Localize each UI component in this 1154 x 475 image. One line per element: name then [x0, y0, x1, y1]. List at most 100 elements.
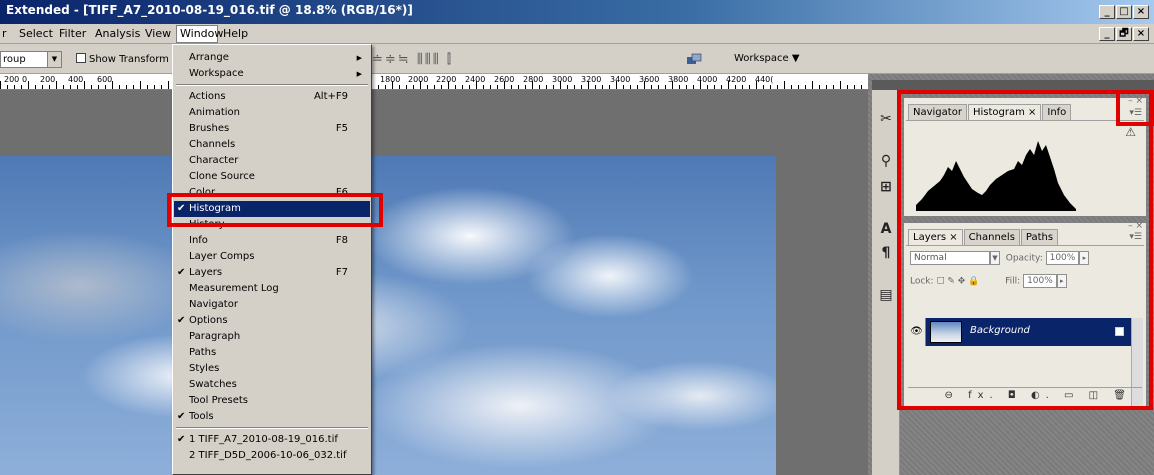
ruler-label: 200 [40, 75, 56, 84]
menu-item-actions[interactable]: Actions Alt+F9 [174, 89, 370, 105]
ruler-tick [651, 85, 652, 89]
maximize-button[interactable]: □ [1116, 5, 1132, 19]
menu-item-shortcut: F8 [335, 235, 348, 246]
ruler-tick [469, 85, 470, 89]
tool-presets-icon[interactable]: ⊞ [877, 178, 895, 196]
tools-scissors-icon[interactable]: ✂ [877, 110, 895, 128]
ruler-tick [441, 85, 442, 89]
menu-item-tools[interactable]: ✔ Tools [174, 409, 370, 425]
ruler-tick [497, 85, 498, 89]
ruler-tick [665, 85, 666, 89]
menu-item-2-tiff-d5d-2006-10-06-032-tif[interactable]: 2 TIFF_D5D_2006-10-06_032.tif [174, 448, 370, 464]
menu-item-arrange[interactable]: Arrange ▶ [174, 50, 370, 66]
menu-item-label: Channels [189, 139, 236, 150]
ruler-tick [588, 81, 589, 89]
ruler-tick [504, 81, 505, 89]
ruler-tick [798, 85, 799, 89]
ruler-tick [637, 85, 638, 89]
bridge-icon[interactable] [686, 52, 702, 66]
document-canvas[interactable] [0, 90, 868, 475]
menu-select[interactable]: Select [19, 27, 53, 40]
window-menu-dropdown: Arrange ▶ Workspace ▶ Actions Alt+F9 Animation… [172, 44, 372, 475]
menu-analysis[interactable]: Analysis [95, 27, 140, 40]
ruler-tick [616, 81, 617, 89]
menu-window[interactable]: Window [180, 27, 223, 40]
ruler-label: 440( [755, 75, 774, 84]
ruler-tick [105, 85, 106, 89]
ruler-tick [119, 85, 120, 89]
menu-layer[interactable]: r [2, 27, 7, 40]
ruler-tick [154, 85, 155, 89]
auto-select-dropdown[interactable]: roup ▼ [0, 51, 62, 68]
ruler-tick [763, 85, 764, 89]
doc-close-button[interactable]: × [1133, 27, 1149, 41]
menu-item-animation[interactable]: Animation [174, 105, 370, 121]
menu-item-shortcut: Alt+F9 [313, 91, 348, 102]
dock-header[interactable] [872, 80, 1154, 90]
ruler-tick [609, 85, 610, 89]
menu-item-label: Actions [189, 91, 226, 102]
menu-item-label: Info [189, 235, 208, 246]
window-title: Extended - [TIFF_A7_2010-08-19_016.tif @… [6, 3, 413, 17]
ruler-tick [707, 85, 708, 89]
doc-minimize-button[interactable]: _ [1099, 27, 1115, 41]
ruler-tick [427, 85, 428, 89]
workspace-button[interactable]: Workspace ▼ [734, 53, 800, 64]
menu-item-character[interactable]: Character [174, 153, 370, 169]
menu-item-swatches[interactable]: Swatches [174, 377, 370, 393]
menu-item-navigator[interactable]: Navigator [174, 297, 370, 313]
menu-item-paragraph[interactable]: Paragraph [174, 329, 370, 345]
menu-item-layers[interactable]: ✔ Layers F7 [174, 265, 370, 281]
ruler-tick [161, 85, 162, 89]
ruler-tick [546, 85, 547, 89]
ruler-tick [448, 81, 449, 89]
ruler-tick [133, 85, 134, 89]
sky-photo[interactable] [0, 156, 776, 475]
ruler-tick [49, 85, 50, 89]
menu-item-layer-comps[interactable]: Layer Comps [174, 249, 370, 265]
ruler-tick [693, 85, 694, 89]
ruler-tick [742, 85, 743, 89]
menu-item-options[interactable]: ✔ Options [174, 313, 370, 329]
menu-item-info[interactable]: Info F8 [174, 233, 370, 249]
menu-item-tool-presets[interactable]: Tool Presets [174, 393, 370, 409]
menu-item-brushes[interactable]: Brushes F5 [174, 121, 370, 137]
annotation-panel-menu-box [1116, 90, 1154, 126]
menu-item-label: Clone Source [189, 171, 255, 182]
menu-item-measurement-log[interactable]: Measurement Log [174, 281, 370, 297]
menu-help[interactable]: Help [223, 27, 248, 40]
close-button[interactable]: × [1133, 5, 1149, 19]
menu-item-channels[interactable]: Channels [174, 137, 370, 153]
ruler-tick [805, 85, 806, 89]
ruler-tick [392, 81, 393, 89]
ruler-tick [511, 85, 512, 89]
menu-item-workspace[interactable]: Workspace ▶ [174, 66, 370, 82]
menu-item-styles[interactable]: Styles [174, 361, 370, 377]
layer-comps-icon[interactable]: ▤ [877, 286, 895, 304]
show-transform-checkbox[interactable]: Show Transform C [76, 53, 179, 65]
menu-item-clone-source[interactable]: Clone Source [174, 169, 370, 185]
ruler-tick [14, 85, 15, 89]
ruler-label: 0 [22, 75, 28, 84]
menu-item-label: Swatches [189, 379, 237, 390]
paragraph-icon[interactable]: ¶ [877, 244, 895, 262]
ruler-tick [525, 85, 526, 89]
ruler-tick [735, 85, 736, 89]
menu-bar: r Select Filter Analysis View Window Hel… [0, 24, 1154, 44]
align-distribute-icons[interactable]: ≐≑≒ ⫼⫼⫼ ⫿ [372, 52, 453, 67]
menu-item-shortcut: F5 [335, 123, 348, 134]
menu-item-1-tiff-a7-2010-08-19-016-tif[interactable]: ✔ 1 TIFF_A7_2010-08-19_016.tif [174, 432, 370, 448]
menu-item-label: Arrange [189, 52, 229, 63]
menu-view[interactable]: View [145, 27, 171, 40]
clone-source-icon[interactable]: ⚲ [877, 152, 895, 170]
menu-filter[interactable]: Filter [59, 27, 86, 40]
menu-item-paths[interactable]: Paths [174, 345, 370, 361]
doc-restore-button[interactable]: 🗗 [1116, 27, 1132, 41]
menu-item-label: Layers [189, 267, 223, 278]
checkmark-icon: ✔ [177, 267, 186, 278]
ruler-tick [77, 85, 78, 89]
checkmark-icon: ✔ [177, 434, 186, 445]
menu-item-label: Styles [189, 363, 220, 374]
character-icon[interactable]: A [877, 220, 895, 238]
minimize-button[interactable]: _ [1099, 5, 1115, 19]
